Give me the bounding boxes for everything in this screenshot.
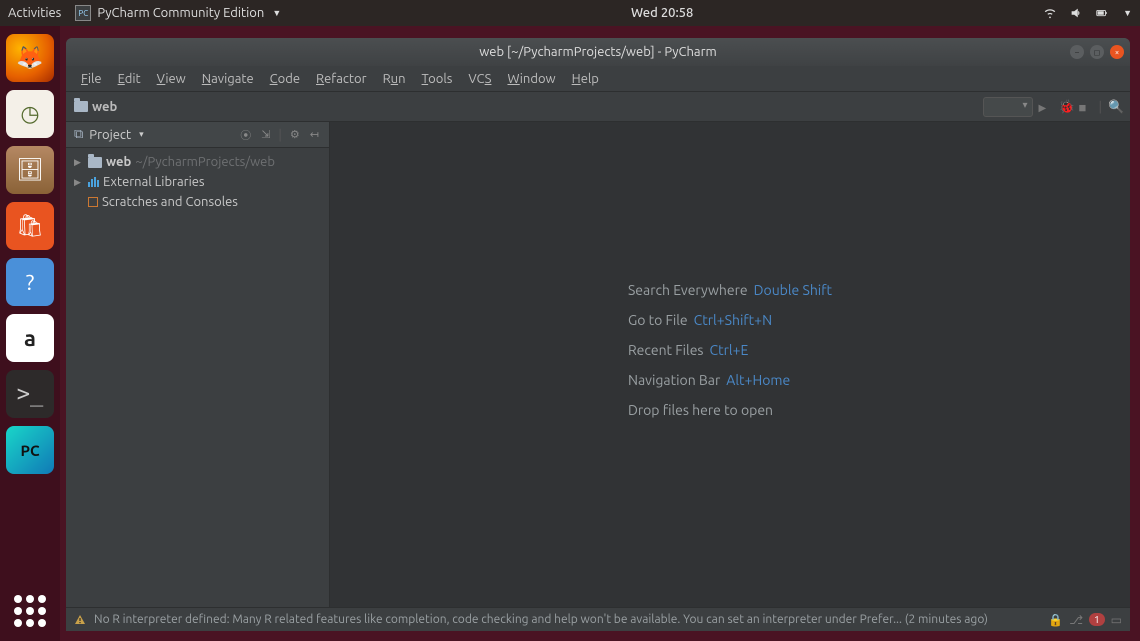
window-titlebar[interactable]: web [~/PycharmProjects/web] - PyCharm – … (66, 38, 1130, 66)
launcher-firefox[interactable]: 🦊 (6, 34, 54, 82)
navigation-bar: web 🐞 ■ | 🔍 (66, 92, 1130, 122)
hint-label: Drop files here to open (628, 402, 773, 418)
window-close[interactable]: × (1110, 45, 1124, 59)
git-branch-icon[interactable]: ⎇ (1069, 613, 1083, 627)
pycharm-icon: PC (75, 5, 91, 21)
battery-icon[interactable] (1095, 6, 1109, 20)
folder-icon (88, 157, 102, 168)
chevron-down-icon: ▼ (272, 8, 281, 18)
system-menu-icon[interactable]: ▼ (1123, 8, 1132, 18)
launcher-pycharm[interactable]: PC (6, 426, 54, 474)
locate-icon[interactable]: ⦿ (238, 127, 253, 143)
hide-panel-icon[interactable]: ↤ (308, 128, 321, 141)
wifi-icon[interactable] (1043, 6, 1057, 20)
search-everywhere-icon[interactable]: 🔍 (1108, 100, 1122, 114)
show-applications[interactable] (14, 595, 46, 627)
scratches-icon (88, 197, 98, 207)
hint-shortcut: Alt+Home (726, 372, 790, 388)
library-icon (88, 177, 99, 187)
clock[interactable]: Wed 20:58 (281, 6, 1043, 20)
window-minimize[interactable]: – (1070, 45, 1084, 59)
run-configuration-selector[interactable] (983, 97, 1033, 117)
debug-button[interactable]: 🐞 (1059, 100, 1073, 114)
desktop-topbar: Activities PC PyCharm Community Edition … (0, 0, 1140, 26)
folder-icon (74, 101, 88, 112)
project-tool-window: ⧉ Project ▾ ⦿ ⇲ | ⚙ ↤ ▶ web ~/PycharmPro… (66, 122, 330, 607)
menu-file[interactable]: File (74, 70, 109, 88)
launcher-amazon[interactable]: a (6, 314, 54, 362)
hint-label: Go to File (628, 312, 688, 328)
stop-button[interactable]: ■ (1079, 100, 1093, 114)
editor-area[interactable]: Search Everywhere Double Shift Go to File… (330, 122, 1130, 607)
launcher-terminal[interactable]: >_ (6, 370, 54, 418)
breadcrumb[interactable]: web (74, 100, 117, 114)
tree-external-libs[interactable]: ▶ External Libraries (70, 172, 325, 192)
breadcrumb-root: web (92, 100, 117, 114)
welcome-hints: Search Everywhere Double Shift Go to File… (628, 282, 832, 432)
menu-window[interactable]: Window (500, 70, 562, 88)
chevron-down-icon: ▾ (139, 129, 144, 140)
memory-indicator[interactable]: ▭ (1111, 613, 1122, 627)
lock-icon[interactable]: 🔒 (1048, 613, 1063, 627)
hint-shortcut: Ctrl+E (710, 342, 749, 358)
menu-edit[interactable]: Edit (111, 70, 148, 88)
launcher-files[interactable]: 🗄 (6, 146, 54, 194)
window-title: web [~/PycharmProjects/web] - PyCharm (66, 45, 1130, 59)
menu-tools[interactable]: Tools (415, 70, 460, 88)
event-log-badge[interactable]: 1 (1089, 613, 1105, 626)
apps-grid-icon (14, 595, 46, 627)
tree-scratches[interactable]: Scratches and Consoles (70, 192, 325, 212)
launcher-clock[interactable]: ◷ (6, 90, 54, 138)
project-panel-title: Project (89, 128, 131, 142)
menu-view[interactable]: View (150, 70, 193, 88)
window-maximize[interactable]: ◻ (1090, 45, 1104, 59)
launcher-help[interactable]: ? (6, 258, 54, 306)
pycharm-window: web [~/PycharmProjects/web] - PyCharm – … (66, 38, 1130, 631)
status-message[interactable]: No R interpreter defined: Many R related… (94, 613, 988, 626)
project-tree[interactable]: ▶ web ~/PycharmProjects/web ▶ External L… (66, 148, 329, 216)
topbar-app-name: PyCharm Community Edition (97, 6, 264, 20)
collapse-all-icon[interactable]: ⇲ (259, 128, 272, 141)
topbar-app-menu[interactable]: PC PyCharm Community Edition ▼ (75, 5, 281, 21)
menu-vcs[interactable]: VCS (461, 70, 498, 88)
menu-code[interactable]: Code (263, 70, 307, 88)
ubuntu-launcher: 🦊 ◷ 🗄 🛍 ? a >_ PC (0, 26, 60, 641)
run-button[interactable] (1039, 100, 1053, 114)
menu-help[interactable]: Help (565, 70, 606, 88)
launcher-software[interactable]: 🛍 (6, 202, 54, 250)
tree-root[interactable]: ▶ web ~/PycharmProjects/web (70, 152, 325, 172)
menu-navigate[interactable]: Navigate (195, 70, 261, 88)
gear-icon[interactable]: ⚙ (288, 128, 302, 141)
menubar: File Edit View Navigate Code Refactor Ru… (66, 66, 1130, 92)
menu-run[interactable]: Run (376, 70, 413, 88)
hint-shortcut: Double Shift (754, 282, 832, 298)
hint-label: Navigation Bar (628, 372, 720, 388)
project-panel-header[interactable]: ⧉ Project ▾ ⦿ ⇲ | ⚙ ↤ (66, 122, 329, 148)
hint-label: Recent Files (628, 342, 704, 358)
warning-icon (74, 614, 86, 626)
status-bar: No R interpreter defined: Many R related… (66, 607, 1130, 631)
hint-label: Search Everywhere (628, 282, 748, 298)
menu-refactor[interactable]: Refactor (309, 70, 374, 88)
activities-button[interactable]: Activities (8, 6, 61, 20)
volume-icon[interactable] (1069, 6, 1083, 20)
hint-shortcut: Ctrl+Shift+N (694, 312, 772, 328)
